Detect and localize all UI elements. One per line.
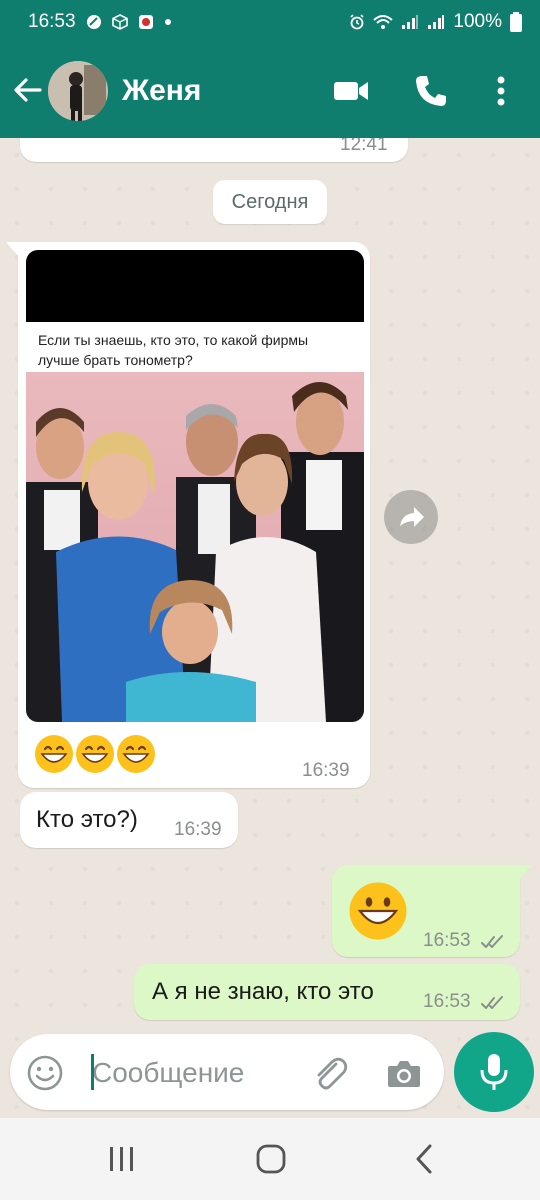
attach-paperclip-icon[interactable] — [310, 1054, 350, 1094]
outgoing-message-bubble[interactable]: А я не знаю, кто это 16:53 — [134, 964, 520, 1020]
contact-name[interactable]: Женя — [122, 74, 201, 108]
grinning-emoji-icon — [349, 882, 407, 940]
phone-icon[interactable] — [412, 72, 450, 110]
video-call-icon[interactable] — [332, 72, 370, 110]
emoji-picker-icon[interactable] — [26, 1054, 64, 1092]
wifi-icon — [373, 15, 394, 29]
message-time: 16:53 — [423, 991, 471, 1012]
bubble-tail — [518, 865, 532, 881]
image-caption: Если ты знаешь, кто это, то какой фирмы … — [26, 322, 364, 372]
message-text: Кто это?) — [36, 806, 138, 833]
app-badge-icon — [138, 15, 153, 29]
shared-image[interactable]: Если ты знаешь, кто это, то какой фирмы … — [26, 250, 364, 722]
read-checkmarks-icon — [481, 935, 503, 948]
incoming-message-bubble[interactable]: Кто это?) 16:39 — [20, 792, 238, 848]
more-vert-icon[interactable] — [482, 72, 520, 110]
outgoing-emoji-bubble[interactable]: 16:53 — [332, 865, 532, 957]
avatar-photo — [48, 61, 108, 121]
grinning-emoji-icon — [117, 735, 155, 773]
forward-button[interactable] — [384, 490, 438, 544]
bubble-tail — [6, 242, 20, 258]
chat-area[interactable]: 12:41 Сегодня Если ты знаешь, кто это, т… — [0, 138, 540, 1118]
message-time: 16:39 — [174, 819, 222, 840]
read-checkmarks-icon — [481, 996, 503, 1009]
text-cursor — [91, 1054, 94, 1090]
battery-percent: 100% — [453, 11, 502, 32]
recent-apps-icon[interactable] — [104, 1144, 140, 1174]
message-input[interactable] — [90, 1050, 314, 1096]
signal-icon-1 — [402, 15, 419, 29]
forward-arrow-icon — [400, 507, 424, 527]
date-chip: Сегодня — [213, 180, 327, 224]
grinning-emoji-icon — [76, 735, 114, 773]
message-input-bar — [10, 1034, 444, 1110]
group-photo-illustration — [26, 382, 364, 722]
status-bar: 16:53 100% — [0, 0, 540, 44]
camera-icon[interactable] — [384, 1054, 424, 1094]
back-arrow-icon[interactable] — [12, 74, 44, 106]
image-photo — [26, 372, 364, 722]
status-time: 16:53 — [28, 11, 76, 32]
signal-icon-2 — [428, 15, 445, 29]
message-time: 12:41 — [340, 138, 388, 155]
home-icon[interactable] — [254, 1142, 288, 1176]
battery-icon — [510, 12, 522, 32]
message-time: 16:53 — [423, 930, 471, 951]
notification-app-icon — [86, 15, 101, 29]
grinning-emoji-icon — [35, 735, 73, 773]
nav-back-icon[interactable] — [408, 1142, 442, 1176]
avatar[interactable] — [48, 61, 108, 121]
previous-message-bubble[interactable]: 12:41 — [20, 138, 408, 162]
package-icon — [111, 14, 128, 30]
more-notifications-dot-icon — [164, 19, 171, 25]
message-text: А я не знаю, кто это — [152, 978, 374, 1005]
voice-record-button[interactable] — [454, 1032, 534, 1112]
alarm-icon — [350, 14, 364, 30]
system-nav-bar — [0, 1118, 540, 1200]
message-time: 16:39 — [302, 760, 350, 781]
chat-header: Женя — [0, 44, 540, 138]
image-black-header — [26, 250, 364, 322]
microphone-icon — [480, 1054, 508, 1090]
